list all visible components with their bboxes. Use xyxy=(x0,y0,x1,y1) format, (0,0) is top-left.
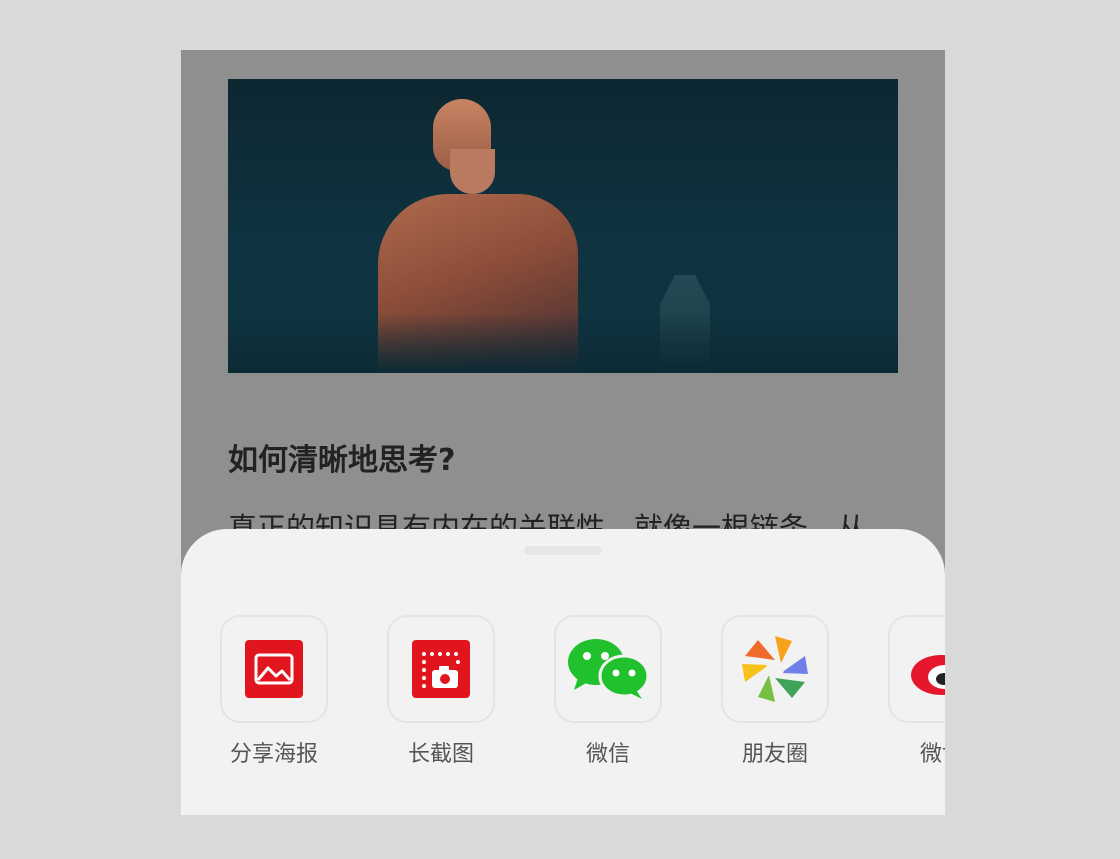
weibo-icon xyxy=(888,615,945,723)
share-long-screenshot-label: 长截图 xyxy=(407,742,474,767)
share-wechat-button[interactable]: 微信 xyxy=(554,615,662,768)
share-poster-button[interactable]: 分享海报 xyxy=(220,615,328,768)
share-weibo-button[interactable]: 微博 xyxy=(888,615,945,768)
hero-ground xyxy=(228,313,898,373)
long-screenshot-icon xyxy=(387,615,495,723)
share-poster-label: 分享海报 xyxy=(229,742,318,767)
moments-icon xyxy=(721,615,829,723)
phone-screen: 如何清晰地思考? 真正的知识具有内在的关联性，就像一根链条，从 分享海报 长截图… xyxy=(181,50,945,815)
sheet-drag-handle[interactable] xyxy=(524,546,602,555)
share-weibo-label: 微博 xyxy=(919,742,945,767)
poster-icon xyxy=(220,615,328,723)
article-title: 如何清晰地思考? xyxy=(228,443,456,478)
share-moments-label: 朋友圈 xyxy=(741,742,808,767)
share-long-screenshot-button[interactable]: 长截图 xyxy=(387,615,495,768)
share-wechat-label: 微信 xyxy=(585,742,630,767)
wechat-icon xyxy=(554,615,662,723)
share-sheet: 分享海报 长截图 微信 朋友圈 微 xyxy=(181,529,945,815)
statue-beard xyxy=(450,149,495,194)
share-moments-button[interactable]: 朋友圈 xyxy=(721,615,829,768)
article-hero-image xyxy=(228,79,898,373)
